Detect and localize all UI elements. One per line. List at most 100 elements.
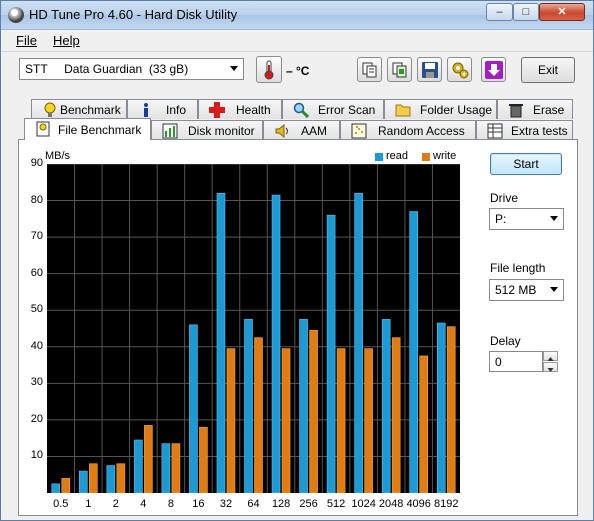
down-arrow-icon xyxy=(485,61,503,79)
drive-select-value: P: xyxy=(495,212,507,226)
bar-write-128 xyxy=(281,348,291,494)
y-tick-label: 70 xyxy=(30,230,43,243)
bar-read-4 xyxy=(134,439,143,494)
file-benchmark-icon xyxy=(36,121,50,137)
tab-benchmark[interactable]: Benchmark xyxy=(31,99,127,119)
options-button[interactable] xyxy=(447,57,472,82)
start-button[interactable]: Start xyxy=(490,153,562,175)
x-tick-label: 8 xyxy=(167,498,174,510)
tab-folder-usage[interactable]: Folder Usage xyxy=(384,99,497,119)
bar-read-8192 xyxy=(436,322,446,494)
file-length-select-value: 512 MB xyxy=(495,283,537,297)
tab-aam[interactable]: AAM xyxy=(263,120,340,140)
copy-screenshot-icon xyxy=(392,62,407,78)
x-tick-label: 32 xyxy=(219,498,233,510)
gears-icon xyxy=(452,62,469,79)
y-axis-label: MB/s xyxy=(45,150,71,162)
temperature-readout: – °C xyxy=(286,64,310,78)
x-tick-label: 128 xyxy=(271,498,291,510)
copy-info-button[interactable] xyxy=(357,57,382,82)
bar-read-0.5 xyxy=(51,483,61,494)
legend-label-read: read xyxy=(386,150,409,162)
scatter-icon xyxy=(351,123,367,139)
file-length-select[interactable]: 512 MB xyxy=(489,279,564,301)
delay-input-value: 0 xyxy=(495,355,502,369)
bar-read-512 xyxy=(326,214,336,494)
x-tick-label: 2 xyxy=(112,498,119,510)
bar-write-512 xyxy=(336,348,346,494)
lightbulb-icon xyxy=(44,102,56,117)
benchmark-chart xyxy=(47,163,460,494)
file-length-label: File length xyxy=(490,261,546,275)
x-tick-label: 8192 xyxy=(433,498,459,510)
drive-label: Drive xyxy=(490,191,519,205)
bar-read-128 xyxy=(271,194,281,494)
floppy-disk-icon xyxy=(422,62,438,78)
y-tick-label: 50 xyxy=(30,303,43,316)
disk-select[interactable]: STT Data Guardian (33 gB) xyxy=(19,58,244,80)
bar-write-256 xyxy=(309,330,318,494)
drive-select[interactable]: P: xyxy=(489,208,564,230)
title-bar: HD Tune Pro 4.60 - Hard Disk Utility – □… xyxy=(1,1,593,30)
bar-write-8 xyxy=(171,443,181,494)
y-tick-label: 20 xyxy=(30,412,43,425)
bar-write-16 xyxy=(199,426,208,494)
bar-write-0.5 xyxy=(61,478,71,494)
tab-disk-monitor[interactable]: Disk monitor xyxy=(151,120,263,140)
menu-help[interactable]: Help xyxy=(53,33,80,48)
legend-swatch-write xyxy=(422,153,430,161)
tab-error-scan[interactable]: Error Scan xyxy=(282,99,384,119)
x-tick-label: 1024 xyxy=(351,498,376,510)
x-tick-label: 1 xyxy=(85,498,92,510)
disk-app-icon xyxy=(8,7,24,23)
y-tick-label: 30 xyxy=(30,376,43,389)
y-tick-label: 10 xyxy=(30,449,43,462)
tab-random-access[interactable]: Random Access xyxy=(340,120,476,140)
tab-health[interactable]: Health xyxy=(198,99,282,119)
y-tick-label: 60 xyxy=(30,266,43,279)
red-cross-icon xyxy=(209,102,225,118)
disk-select-value: STT Data Guardian (33 gB) xyxy=(25,62,189,76)
exit-button[interactable]: Exit xyxy=(521,57,575,83)
delay-spin-up[interactable] xyxy=(543,351,558,361)
x-tick-label: 4096 xyxy=(406,498,431,510)
bar-write-2 xyxy=(116,463,126,494)
tab-extra-tests[interactable]: Extra tests xyxy=(476,120,573,140)
y-tick-label: 80 xyxy=(30,193,43,206)
bar-read-4096 xyxy=(409,211,419,494)
save-button[interactable] xyxy=(417,57,442,82)
delay-spin-down[interactable] xyxy=(543,362,558,372)
bar-write-1 xyxy=(88,463,98,494)
bar-write-8192 xyxy=(446,326,456,494)
tab-file-benchmark[interactable]: File Benchmark xyxy=(24,118,151,140)
magnifier-icon xyxy=(293,102,309,118)
copy-screenshot-button[interactable] xyxy=(387,57,412,82)
info-icon xyxy=(144,103,148,117)
chart-canvas xyxy=(47,163,460,494)
temperature-button[interactable] xyxy=(256,56,282,83)
bar-read-1024 xyxy=(354,192,363,494)
x-tick-label: 16 xyxy=(192,498,205,510)
tab-info[interactable]: Info xyxy=(127,99,198,119)
bar-read-8 xyxy=(161,443,171,494)
chevron-down-icon xyxy=(230,66,238,71)
maximize-button[interactable]: □ xyxy=(513,3,539,21)
spin-down-icon xyxy=(547,368,554,372)
close-button[interactable]: ✕ xyxy=(539,3,585,21)
menu-file[interactable]: File xyxy=(16,33,37,48)
x-tick-label: 2048 xyxy=(378,498,404,510)
toolbar-divider xyxy=(2,51,593,52)
app-window: HD Tune Pro 4.60 - Hard Disk Utility – □… xyxy=(0,0,594,521)
bar-read-2 xyxy=(106,465,116,494)
delay-input[interactable]: 0 xyxy=(489,351,543,372)
delay-label: Delay xyxy=(490,334,521,348)
download-button[interactable] xyxy=(481,57,506,82)
tab-erase[interactable]: Erase xyxy=(497,99,573,119)
minimize-button[interactable]: – xyxy=(486,3,513,21)
trash-can-icon xyxy=(509,104,523,118)
speaker-icon xyxy=(275,123,288,139)
legend-label-write: write xyxy=(433,150,457,162)
bar-read-16 xyxy=(189,324,198,494)
menu-bar: File Help xyxy=(2,30,593,50)
legend-swatch-read xyxy=(375,153,383,161)
